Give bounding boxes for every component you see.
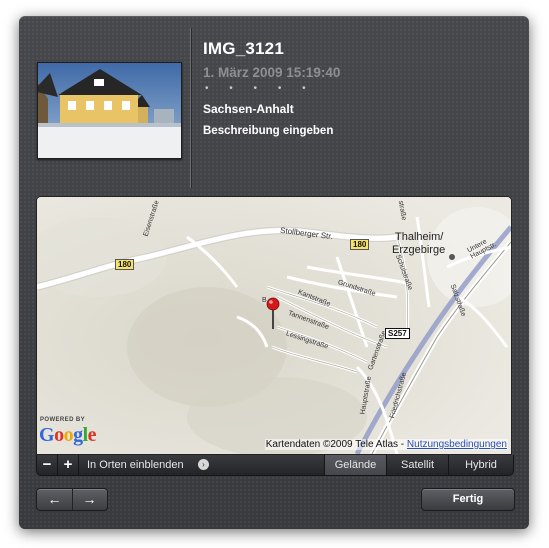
map-view[interactable]: Thalheim/ Erzgebirge Stollberger Str. 18…	[36, 196, 512, 455]
photo-navigation: ← →	[36, 488, 108, 511]
map-copyright: Kartendaten ©2009 Tele Atlas - Nutzungsb…	[264, 439, 508, 450]
map-label-town: Thalheim/	[395, 231, 444, 243]
description-field[interactable]: Beschreibung eingeben	[203, 125, 333, 137]
previous-arrow-icon[interactable]: ←	[37, 489, 73, 510]
map-type-hybrid[interactable]: Hybrid	[448, 455, 513, 475]
next-arrow-icon[interactable]: →	[72, 489, 107, 510]
header-divider	[190, 28, 191, 188]
route-180-shield-a: 180	[115, 259, 135, 270]
location-pin-icon[interactable]	[266, 297, 280, 331]
show-in-places-label[interactable]: In Orten einblenden	[87, 459, 184, 471]
place-name[interactable]: Sachsen-Anhalt	[203, 102, 294, 116]
map-toolbar: − + In Orten einblenden › Gelände Satell…	[36, 455, 514, 476]
copyright-text: Kartendaten ©2009 Tele Atlas -	[265, 439, 407, 450]
zoom-in-button[interactable]: +	[58, 455, 79, 475]
rating-dots[interactable]: • • • • •	[205, 83, 315, 94]
house-photo	[38, 63, 181, 158]
route-180-shield-b: 180	[350, 239, 370, 250]
map-type-satellite[interactable]: Satellit	[386, 455, 448, 475]
map-type-terrain[interactable]: Gelände	[324, 455, 386, 475]
google-logo[interactable]: Google	[39, 424, 97, 447]
arrow-right-circle-icon[interactable]: ›	[198, 459, 209, 470]
photo-thumbnail	[37, 62, 182, 159]
zoom-out-button[interactable]: −	[37, 455, 58, 475]
info-panel: IMG_3121 1. März 2009 15:19:40 • • • • •…	[19, 16, 529, 529]
route-s257-shield: S257	[385, 328, 410, 339]
photo-date: 1. März 2009 15:19:40	[203, 65, 341, 80]
done-button[interactable]: Fertig	[421, 488, 515, 511]
terms-link[interactable]: Nutzungsbedingungen	[407, 439, 507, 450]
powered-by-label: POWERED BY	[40, 417, 86, 423]
photo-title: IMG_3121	[203, 39, 284, 58]
